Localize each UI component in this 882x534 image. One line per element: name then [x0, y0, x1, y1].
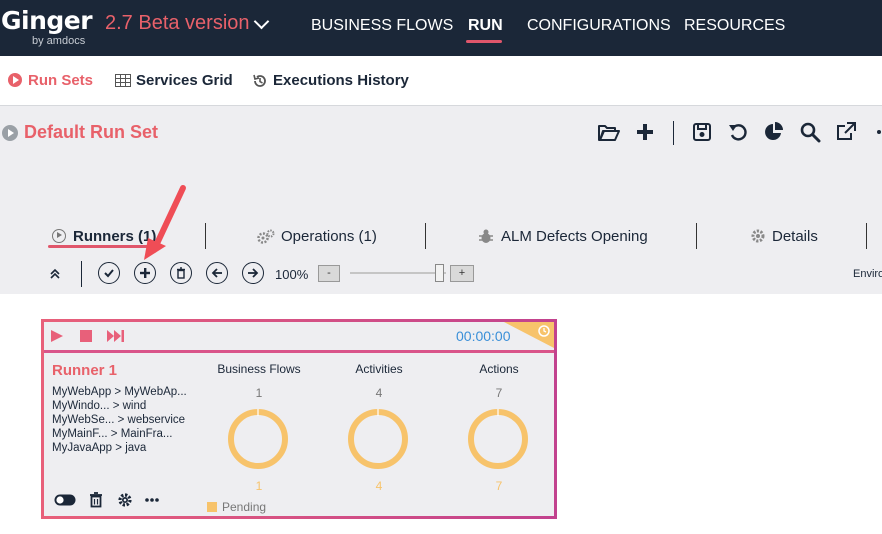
trash-icon[interactable]	[85, 490, 107, 510]
gears-icon	[257, 229, 275, 244]
add-runner-button[interactable]	[134, 262, 156, 284]
stat-total-activities: 4	[375, 386, 383, 400]
chevron-down-icon[interactable]	[253, 13, 270, 30]
runner-flow-item: MyMainF... > MainFra...	[52, 428, 173, 440]
continue-icon[interactable]	[107, 329, 125, 343]
trash-icon	[177, 267, 185, 279]
plus-icon	[140, 268, 150, 278]
check-icon[interactable]	[98, 262, 120, 284]
zoom-slider-track[interactable]	[350, 272, 446, 274]
play-icon[interactable]	[50, 329, 64, 343]
runner-flow-item: MyWebSe... > webservice	[52, 414, 186, 426]
stat-label-activities: Activities	[355, 362, 403, 376]
runner-timer: 00:00:00	[456, 328, 511, 344]
pie-chart-icon[interactable]	[762, 120, 786, 144]
app-logo: Ginger	[1, 6, 93, 35]
tab-divider	[425, 223, 426, 249]
actions-donut-chart	[468, 409, 528, 469]
run-set-title: Default Run Set	[24, 122, 159, 142]
runner-flow-item: MyJavaApp > java	[52, 442, 147, 454]
delete-runner-button[interactable]	[170, 262, 192, 284]
stat-pending-actions: 7	[495, 479, 503, 493]
save-icon[interactable]	[690, 120, 714, 144]
top-navigation-bar: Ginger by amdocs 2.7 Beta version BUSINE…	[0, 0, 882, 56]
annotation-arrow-icon	[144, 185, 186, 260]
stat-total-actions: 7	[495, 386, 503, 400]
tab-divider	[205, 223, 206, 249]
stat-total-business-flows: 1	[255, 386, 263, 400]
runner-name: Runner 1	[52, 362, 118, 379]
more-icon[interactable]	[870, 120, 882, 144]
subnav-run-sets[interactable]: Run Sets	[28, 72, 93, 89]
plus-icon[interactable]	[633, 120, 657, 144]
bug-icon	[479, 229, 493, 243]
arrow-right-icon[interactable]	[242, 262, 264, 284]
business-flows-donut-chart	[228, 409, 288, 469]
tab-active-indicator	[48, 245, 152, 248]
stat-pending-business-flows: 1	[255, 479, 263, 493]
toggle-icon[interactable]	[54, 490, 76, 510]
grid-icon	[115, 74, 131, 87]
sub-navigation-bar: Run Sets Services Grid Executions Histor…	[0, 56, 882, 106]
zoom-level: 100%	[275, 267, 309, 282]
run-set-play-icon[interactable]	[2, 125, 18, 141]
folder-open-icon[interactable]	[597, 120, 621, 144]
toolbar-divider	[81, 261, 82, 287]
tab-divider	[866, 223, 867, 249]
stat-label-actions: Actions	[479, 362, 519, 376]
nav-resources[interactable]: RESOURCES	[684, 17, 785, 35]
version-selector[interactable]: 2.7 Beta version	[105, 12, 250, 35]
nav-run[interactable]: RUN	[468, 17, 503, 35]
undo-icon[interactable]	[726, 120, 750, 144]
tab-details[interactable]: Details	[772, 228, 818, 245]
toolbar-divider	[673, 121, 674, 145]
runner-flow-item: MyWindo... > wind	[52, 400, 147, 412]
arrow-left-icon[interactable]	[206, 262, 228, 284]
zoom-in-button[interactable]: +	[450, 265, 474, 282]
app-logo-subtitle: by amdocs	[32, 35, 86, 47]
runner-card[interactable]: 00:00:00 Runner 1 MyWebApp > MyWebAp... …	[41, 319, 557, 519]
activities-donut-chart	[348, 409, 408, 469]
stat-pending-activities: 4	[375, 479, 383, 493]
runner-flow-item: MyWebApp > MyWebAp...	[52, 386, 187, 398]
collapse-up-icon[interactable]	[49, 268, 61, 280]
zoom-out-button[interactable]: -	[318, 265, 340, 282]
pending-legend-label: Pending	[222, 500, 267, 514]
tab-alm-defects-opening[interactable]: ALM Defects Opening	[501, 228, 648, 245]
subnav-executions-history[interactable]: Executions History	[273, 72, 409, 89]
stop-icon[interactable]	[80, 330, 92, 342]
nav-active-indicator	[466, 40, 502, 43]
runner-card-header: 00:00:00	[44, 322, 554, 353]
nav-business-flows[interactable]: BUSINESS FLOWS	[311, 17, 453, 35]
nav-configurations[interactable]: CONFIGURATIONS	[527, 17, 671, 35]
more-options-icon[interactable]	[141, 490, 163, 510]
clock-icon	[538, 325, 550, 337]
stat-label-business-flows: Business Flows	[217, 362, 301, 376]
external-link-icon[interactable]	[834, 120, 858, 144]
subnav-services-grid[interactable]: Services Grid	[136, 72, 233, 89]
tab-divider	[696, 223, 697, 249]
pending-legend-swatch	[207, 502, 217, 512]
zoom-slider-thumb[interactable]	[435, 264, 444, 282]
gear-icon[interactable]	[114, 490, 136, 510]
environment-label: Enviro	[853, 268, 882, 280]
play-circle-icon	[52, 229, 66, 243]
history-icon	[253, 74, 266, 87]
play-circle-icon	[8, 73, 22, 87]
tab-operations[interactable]: Operations (1)	[281, 228, 377, 245]
search-icon[interactable]	[798, 120, 822, 144]
gear-icon	[751, 229, 765, 243]
